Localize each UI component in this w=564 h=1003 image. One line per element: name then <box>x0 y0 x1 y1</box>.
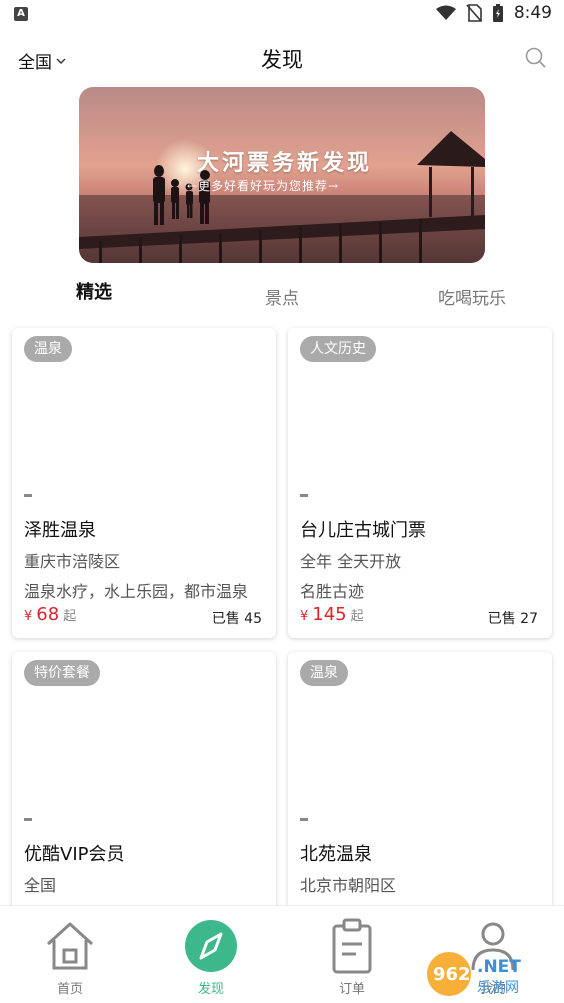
image-placeholder-dash <box>300 818 308 821</box>
app-header: 全国 发现 <box>0 30 564 86</box>
svg-text:乐游网: 乐游网 <box>477 980 519 996</box>
product-name: 泽胜温泉 <box>24 520 96 541</box>
page-title: 发现 <box>261 48 303 72</box>
product-name: 台儿庄古城门票 <box>300 520 426 541</box>
svg-text:.NET: .NET <box>477 957 521 977</box>
tab-attractions[interactable]: 景点 <box>265 284 299 309</box>
nav-orders-label: 订单 <box>338 982 365 997</box>
tab-featured[interactable]: 精选 <box>76 278 112 304</box>
product-name: 北苑温泉 <box>300 844 372 865</box>
product-location: 北京市朝阳区 <box>300 876 397 895</box>
currency-symbol: ¥ <box>300 609 309 624</box>
price-value: 145 <box>312 604 347 625</box>
nav-home[interactable]: 首页 <box>10 906 130 1003</box>
category-badge: 人文历史 <box>300 336 376 362</box>
compass-icon <box>185 920 237 972</box>
search-icon[interactable] <box>524 46 548 70</box>
product-price: ¥68 起 <box>24 604 76 625</box>
price-suffix: 起 <box>350 609 364 624</box>
product-description: 温泉水疗，水上乐园，都市温泉 <box>24 582 249 601</box>
category-badge: 特价套餐 <box>24 660 100 686</box>
tab-food-fun[interactable]: 吃喝玩乐 <box>438 284 506 309</box>
watermark-logo: 962 .NET 乐游网 <box>427 952 521 996</box>
category-badge: 温泉 <box>300 660 348 686</box>
product-card[interactable]: 特价套餐 优酷VIP会员 全国 <box>12 652 276 922</box>
image-placeholder-dash <box>24 494 32 497</box>
svg-text:962: 962 <box>433 964 471 985</box>
promo-banner[interactable]: 大河票务新发现 ←更多好看好玩为您推荐→ <box>79 87 485 263</box>
nav-discover-label: 发现 <box>197 982 224 997</box>
product-card[interactable]: 温泉 北苑温泉 北京市朝阳区 <box>288 652 552 922</box>
banner-subtitle: ←更多好看好玩为您推荐→ <box>187 179 340 193</box>
product-location: 重庆市涪陵区 <box>24 552 121 571</box>
sold-count: 已售 27 <box>487 611 538 627</box>
image-placeholder-dash <box>24 818 32 821</box>
system-icons: 8:49 <box>435 3 552 23</box>
product-price: ¥145 起 <box>300 604 364 625</box>
price-value: 68 <box>36 604 60 625</box>
category-tabs: 精选 景点 吃喝玩乐 <box>0 278 564 310</box>
sold-count: 已售 45 <box>211 611 262 627</box>
no-sim-icon <box>466 4 482 22</box>
status-bar: A 8:49 <box>0 0 564 30</box>
notification-icon: A <box>14 7 28 21</box>
nav-home-label: 首页 <box>56 982 83 997</box>
clipboard-icon <box>332 918 372 974</box>
banner-title: 大河票务新发现 <box>197 150 373 176</box>
product-name: 优酷VIP会员 <box>24 844 125 865</box>
product-hours: 全年 全天开放 <box>300 552 402 571</box>
category-badge: 温泉 <box>24 336 72 362</box>
nav-discover[interactable]: 发现 <box>151 906 271 1003</box>
home-icon <box>46 922 94 970</box>
product-description: 名胜古迹 <box>300 582 365 601</box>
wifi-icon <box>435 5 456 20</box>
nav-orders[interactable]: 订单 <box>292 906 412 1003</box>
price-suffix: 起 <box>63 609 77 624</box>
image-placeholder-dash <box>300 494 308 497</box>
clock: 8:49 <box>513 3 552 23</box>
currency-symbol: ¥ <box>24 609 33 624</box>
product-card[interactable]: 人文历史 台儿庄古城门票 全年 全天开放 名胜古迹 ¥145 起 已售 27 <box>288 328 552 638</box>
product-card[interactable]: 温泉 泽胜温泉 重庆市涪陵区 温泉水疗，水上乐园，都市温泉 ¥68 起 已售 45 <box>12 328 276 638</box>
product-location: 全国 <box>24 876 57 895</box>
battery-icon <box>492 4 503 22</box>
